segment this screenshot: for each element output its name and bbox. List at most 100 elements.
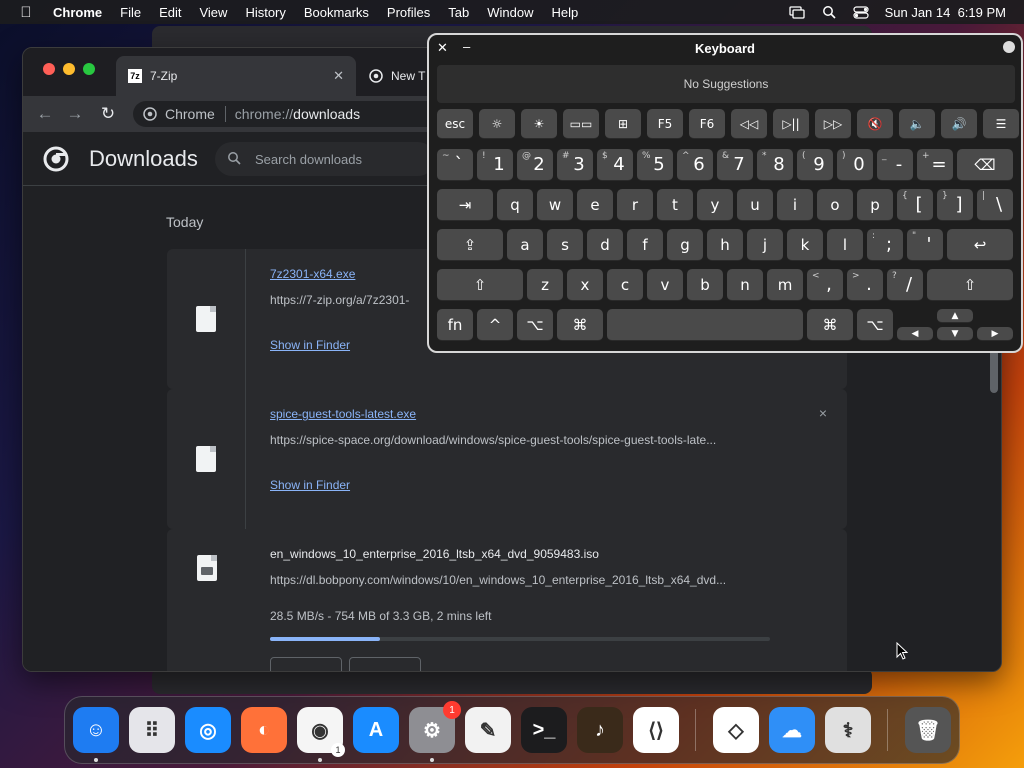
letter-key[interactable]: r <box>617 189 653 221</box>
screen-mirroring-icon[interactable] <box>788 5 805 19</box>
return-key[interactable]: ↩ <box>947 229 1013 261</box>
letter-key[interactable]: j <box>747 229 783 261</box>
symbol-key[interactable]: " ' <box>907 229 943 261</box>
control-center-icon[interactable] <box>852 5 869 19</box>
tab-close-icon[interactable]: ✕ <box>333 68 344 84</box>
number-row-key[interactable]: ^ 6 <box>677 149 713 181</box>
show-in-finder-link[interactable]: Show in Finder <box>270 338 350 352</box>
letter-key[interactable]: u <box>737 189 773 221</box>
menu-view[interactable]: View <box>199 5 227 20</box>
menu-help[interactable]: Help <box>552 5 579 20</box>
symbol-key[interactable]: ? / <box>887 269 923 301</box>
letter-key[interactable]: e <box>577 189 613 221</box>
symbol-key[interactable]: :; <box>867 229 903 261</box>
letter-key[interactable]: n <box>727 269 763 301</box>
trash-dock-icon[interactable]: 🗑 <box>905 707 951 753</box>
close-icon[interactable]: ✕ <box>437 40 448 56</box>
number-row-key[interactable]: % 5 <box>637 149 673 181</box>
menu-bookmarks[interactable]: Bookmarks <box>304 5 369 20</box>
fn-row-key[interactable]: ▷▷ <box>815 109 851 139</box>
symbol-key[interactable]: <, <box>807 269 843 301</box>
letter-key[interactable]: k <box>787 229 823 261</box>
arrow-left-key[interactable]: ◀ <box>897 327 933 341</box>
options-icon[interactable] <box>1003 41 1015 53</box>
space-bar[interactable] <box>607 309 803 341</box>
letter-key[interactable]: m <box>767 269 803 301</box>
option-key[interactable]: ⌥ <box>857 309 893 341</box>
arrow-right-key[interactable]: ▶ <box>977 327 1013 341</box>
textedit-dock-icon[interactable]: ✎ <box>465 707 511 753</box>
download-filename[interactable]: 7z2301-x64.exe <box>270 267 355 281</box>
number-row-key[interactable]: _ - <box>877 149 913 181</box>
fn-row-key[interactable]: 🔇 <box>857 109 893 139</box>
forward-arrow-icon[interactable]: → <box>65 104 85 124</box>
symbol-key[interactable]: {[ <box>897 189 933 221</box>
firefox-dock-icon[interactable]: ◐ <box>241 707 287 753</box>
chrome-dock-icon[interactable]: ◉ 1 <box>297 707 345 757</box>
close-window-button[interactable] <box>43 63 55 75</box>
pause-button[interactable] <box>270 657 342 671</box>
letter-key[interactable]: z <box>527 269 563 301</box>
letter-key[interactable]: q <box>497 189 533 221</box>
fn-row-key[interactable]: ◁◁ <box>731 109 767 139</box>
control-key[interactable]: ^ <box>477 309 513 341</box>
fn-row-key[interactable]: ☼ <box>479 109 515 139</box>
fn-row-key[interactable]: esc <box>437 109 473 139</box>
option-key[interactable]: ⌥ <box>517 309 553 341</box>
apple-icon[interactable]:  <box>18 4 34 21</box>
letter-key[interactable]: c <box>607 269 643 301</box>
number-row-key[interactable]: ! 1 <box>477 149 513 181</box>
tab-key[interactable]: ⇥ <box>437 189 493 221</box>
visual-studio-dock-icon[interactable]: ◇ <box>713 707 759 753</box>
letter-key[interactable]: y <box>697 189 733 221</box>
letter-key[interactable]: b <box>687 269 723 301</box>
fn-row-key[interactable]: F6 <box>689 109 725 139</box>
command-key[interactable]: ⌘ <box>807 309 853 341</box>
arrow-down-key[interactable]: ▼ <box>937 327 973 341</box>
number-row-key[interactable]: ~ ` <box>437 149 473 181</box>
letter-key[interactable]: v <box>647 269 683 301</box>
system-settings-dock-icon[interactable]: ⚙ 1 <box>409 701 461 753</box>
finder-dock-icon[interactable]: ☺ <box>73 707 119 753</box>
instruments-dock-icon[interactable]: ♪ <box>577 707 623 753</box>
weather-dock-icon[interactable]: ☁ <box>769 707 815 753</box>
number-row-key[interactable]: * 8 <box>757 149 793 181</box>
menu-profiles[interactable]: Profiles <box>387 5 430 20</box>
cancel-button[interactable] <box>349 657 421 671</box>
fn-row-key[interactable]: ▭▭ <box>563 109 599 139</box>
fn-row-key[interactable]: 🔈 <box>899 109 935 139</box>
symbol-key[interactable]: | \ <box>977 189 1013 221</box>
menu-app-name[interactable]: Chrome <box>53 5 102 20</box>
number-row-key[interactable]: ) 0 <box>837 149 873 181</box>
command-key[interactable]: ⌘ <box>557 309 603 341</box>
back-arrow-icon[interactable]: ← <box>35 104 55 124</box>
letter-key[interactable]: x <box>567 269 603 301</box>
fn-row-key[interactable]: ▷|| <box>773 109 809 139</box>
menu-tab[interactable]: Tab <box>448 5 469 20</box>
fn-row-key[interactable]: ⊞ <box>605 109 641 139</box>
letter-key[interactable]: s <box>547 229 583 261</box>
fn-key[interactable]: fn <box>437 309 473 341</box>
arrow-up-key[interactable]: ▲ <box>937 309 973 323</box>
delete-key[interactable]: ⌫ <box>957 149 1013 181</box>
remove-download-close-icon[interactable]: × <box>819 405 827 421</box>
letter-key[interactable]: p <box>857 189 893 221</box>
letter-key[interactable]: a <box>507 229 543 261</box>
terminal-dock-icon[interactable]: >_ <box>521 707 567 753</box>
caps-lock-key[interactable]: ⇪ <box>437 229 503 261</box>
symbol-key[interactable]: >. <box>847 269 883 301</box>
safari-dock-icon[interactable]: ◎ <box>185 707 231 753</box>
launchpad-dock-icon[interactable]: ⠿ <box>129 707 175 753</box>
letter-key[interactable]: d <box>587 229 623 261</box>
letter-key[interactable]: w <box>537 189 573 221</box>
minimize-icon[interactable]: – <box>463 39 470 54</box>
letter-key[interactable]: h <box>707 229 743 261</box>
menu-window[interactable]: Window <box>487 5 533 20</box>
zoom-window-button[interactable] <box>83 63 95 75</box>
menu-file[interactable]: File <box>120 5 141 20</box>
number-row-key[interactable]: #3 <box>557 149 593 181</box>
search-box[interactable] <box>215 142 435 176</box>
menu-datetime[interactable]: Sun Jan 14 6:19 PM <box>885 5 1006 20</box>
number-row-key[interactable]: & 7 <box>717 149 753 181</box>
menu-history[interactable]: History <box>245 5 285 20</box>
